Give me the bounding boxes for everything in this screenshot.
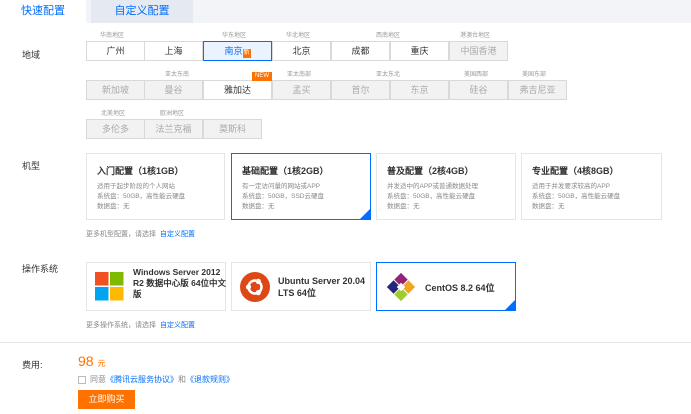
region-button-shanghai[interactable]: 上海 bbox=[144, 41, 203, 61]
region-button-moscow[interactable]: 莫斯科 bbox=[203, 119, 262, 139]
config-panel: 地域 华南地区 华东地区 华北地区 西南地区 港澳台地区 广州 上海 南京新 北… bbox=[0, 23, 691, 342]
region-button-guangzhou[interactable]: 广州 bbox=[86, 41, 145, 61]
group-label-ap-southeast: 亚太东南 bbox=[165, 72, 190, 78]
os-card-ubuntu[interactable]: Ubuntu Server 20.04 LTS 64位 bbox=[231, 262, 371, 311]
region-button-silicon-valley[interactable]: 硅谷 bbox=[449, 80, 508, 100]
agree-and: 和 bbox=[178, 375, 186, 384]
model-card-entry[interactable]: 入门配置（1核1GB） 适用于起步阶段的个人网站 系统盘：50GB，高性能云硬盘… bbox=[86, 153, 225, 220]
os-label: 操作系统 bbox=[22, 264, 59, 274]
region-button-chongqing[interactable]: 重庆 bbox=[390, 41, 449, 61]
model-card-title: 普及配置（2核4GB） bbox=[387, 166, 474, 176]
tab-quick-config[interactable]: 快速配置 bbox=[0, 0, 86, 23]
os-name-line: Windows Server 2012 bbox=[133, 267, 221, 277]
centos-logo-icon bbox=[387, 273, 415, 301]
model-label: 机型 bbox=[22, 161, 41, 171]
model-card-data-disk: 数据盘：无 bbox=[387, 203, 420, 210]
region-button-jakarta-label: 雅加达 bbox=[223, 85, 251, 95]
region-button-beijing[interactable]: 北京 bbox=[272, 41, 331, 61]
group-label-south-china: 华南地区 bbox=[100, 33, 125, 39]
new-badge: NEW bbox=[252, 72, 272, 81]
os-name-line: 版 bbox=[133, 289, 142, 299]
region-button-hongkong[interactable]: 中国香港 bbox=[449, 41, 508, 61]
model-card-title: 基础配置（1核2GB） bbox=[242, 166, 329, 176]
model-hint: 更多机型配置，请选择 自定义配置 bbox=[86, 229, 195, 239]
os-name-line: LTS 64位 bbox=[278, 288, 316, 298]
ubuntu-logo-icon bbox=[240, 272, 270, 302]
model-card-data-disk: 数据盘：无 bbox=[242, 203, 275, 210]
model-card-desc: 适用于起步阶段的个人网站 bbox=[97, 183, 175, 190]
group-label-east-china: 华东地区 bbox=[222, 33, 247, 39]
model-card-desc: 有一定访问量的网站或APP bbox=[242, 183, 321, 190]
region-button-toronto[interactable]: 多伦多 bbox=[86, 119, 145, 139]
model-card-title: 专业配置（4核8GB） bbox=[532, 166, 619, 176]
model-card-system-disk: 系统盘：50GB，高性能云硬盘 bbox=[387, 193, 476, 200]
new-region-tag: 新 bbox=[242, 49, 251, 58]
region-button-chengdu[interactable]: 成都 bbox=[331, 41, 390, 61]
region-button-virginia[interactable]: 弗吉尼亚 bbox=[508, 80, 567, 100]
model-card-system-disk: 系统盘：50GB，高性能云硬盘 bbox=[532, 193, 621, 200]
region-button-tokyo[interactable]: 东京 bbox=[390, 80, 449, 100]
model-card-data-disk: 数据盘：无 bbox=[97, 203, 130, 210]
group-label-us-west: 美国西部 bbox=[464, 72, 489, 78]
os-name-centos: CentOS 8.2 64位 bbox=[425, 283, 495, 293]
windows-logo-icon bbox=[95, 272, 124, 301]
os-card-windows[interactable]: Windows Server 2012 R2 数据中心版 64位中文 版 bbox=[86, 262, 226, 311]
service-agreement-link[interactable]: 《腾讯云服务协议》 bbox=[106, 374, 178, 385]
group-label-ap-south: 亚太南部 bbox=[287, 72, 312, 78]
group-label-north-america: 北美地区 bbox=[101, 111, 126, 117]
os-hint: 更多操作系统，请选择 自定义配置 bbox=[86, 320, 195, 330]
model-card-system-disk: 系统盘：50GB，高性能云硬盘 bbox=[97, 193, 186, 200]
model-card-data-disk: 数据盘：无 bbox=[532, 203, 565, 210]
model-card-desc: 适用于并发要求较高的APP bbox=[532, 183, 611, 190]
model-card-title: 入门配置（1核1GB） bbox=[97, 166, 184, 176]
region-button-singapore[interactable]: 新加坡 bbox=[86, 80, 145, 100]
os-name-line: Ubuntu Server 20.04 bbox=[278, 276, 366, 286]
os-card-centos[interactable]: CentOS 8.2 64位 bbox=[376, 262, 516, 311]
agreement-row: 同意 《腾讯云服务协议》 和 《退款规则》 bbox=[78, 374, 234, 385]
os-name-line: R2 数据中心版 64位中文 bbox=[133, 278, 227, 288]
model-custom-config-link[interactable]: 自定义配置 bbox=[160, 231, 195, 238]
selected-corner-icon bbox=[360, 209, 370, 219]
os-hint-text: 更多操作系统，请选择 bbox=[86, 322, 156, 329]
region-button-bangkok[interactable]: 曼谷 bbox=[144, 80, 203, 100]
refund-rules-link[interactable]: 《退款规则》 bbox=[186, 374, 234, 385]
group-label-ap-northeast: 亚太东北 bbox=[376, 72, 401, 78]
region-button-jakarta[interactable]: 雅加达 NEW bbox=[203, 72, 272, 100]
region-row-1: 华南地区 华东地区 华北地区 西南地区 港澳台地区 广州 上海 南京新 北京 成… bbox=[0, 30, 691, 66]
price-unit: 元 bbox=[97, 359, 106, 368]
selected-corner-icon bbox=[505, 300, 515, 310]
model-card-pro[interactable]: 专业配置（4核8GB） 适用于并发要求较高的APP 系统盘：50GB，高性能云硬… bbox=[521, 153, 662, 220]
config-tabs: 快速配置 自定义配置 bbox=[0, 0, 691, 23]
region-button-seoul[interactable]: 首尔 bbox=[331, 80, 390, 100]
region-button-nanjing-label: 南京 bbox=[224, 46, 243, 56]
price-value: 98 bbox=[78, 353, 94, 369]
model-card-system-disk: 系统盘：50GB，SSD云硬盘 bbox=[242, 193, 324, 200]
group-label-us-east: 美国东部 bbox=[522, 72, 547, 78]
buy-now-button[interactable]: 立即购买 bbox=[78, 390, 135, 409]
os-custom-config-link[interactable]: 自定义配置 bbox=[160, 322, 195, 329]
model-hint-text: 更多机型配置，请选择 bbox=[86, 231, 156, 238]
model-card-standard[interactable]: 普及配置（2核4GB） 并发适中的APP或普通数据处理 系统盘：50GB，高性能… bbox=[376, 153, 516, 220]
region-row-2: 亚太东南 亚太南部 亚太东北 美国西部 美国东部 新加坡 曼谷 雅加达 NEW … bbox=[0, 69, 691, 105]
agreement-checkbox[interactable] bbox=[78, 375, 86, 384]
region-button-nanjing[interactable]: 南京新 bbox=[203, 41, 272, 61]
group-label-hk-macao-tw: 港澳台地区 bbox=[460, 33, 491, 39]
agree-prefix: 同意 bbox=[90, 375, 106, 384]
region-button-mumbai[interactable]: 孟买 bbox=[272, 80, 331, 100]
group-label-southwest: 西南地区 bbox=[376, 33, 401, 39]
model-card-basic[interactable]: 基础配置（1核2GB） 有一定访问量的网站或APP 系统盘：50GB，SSD云硬… bbox=[231, 153, 371, 220]
os-name-windows: Windows Server 2012 R2 数据中心版 64位中文 版 bbox=[133, 267, 226, 300]
os-cards: Windows Server 2012 R2 数据中心版 64位中文 版 Ubu… bbox=[86, 262, 526, 312]
region-button-frankfurt[interactable]: 法兰克福 bbox=[144, 119, 203, 139]
purchase-footer: 费用: 98 元 同意 《腾讯云服务协议》 和 《退款规则》 立即购买 bbox=[0, 342, 691, 414]
group-label-north-china: 华北地区 bbox=[286, 33, 311, 39]
os-name-ubuntu: Ubuntu Server 20.04 LTS 64位 bbox=[278, 275, 365, 299]
tab-custom-config[interactable]: 自定义配置 bbox=[91, 0, 193, 23]
fee-label: 费用: bbox=[22, 360, 43, 370]
group-label-europe: 欧洲地区 bbox=[160, 111, 185, 117]
region-row-3: 北美地区 欧洲地区 多伦多 法兰克福 莫斯科 bbox=[0, 108, 691, 144]
model-card-desc: 并发适中的APP或普通数据处理 bbox=[387, 183, 479, 190]
price-display: 98 元 bbox=[78, 353, 105, 369]
